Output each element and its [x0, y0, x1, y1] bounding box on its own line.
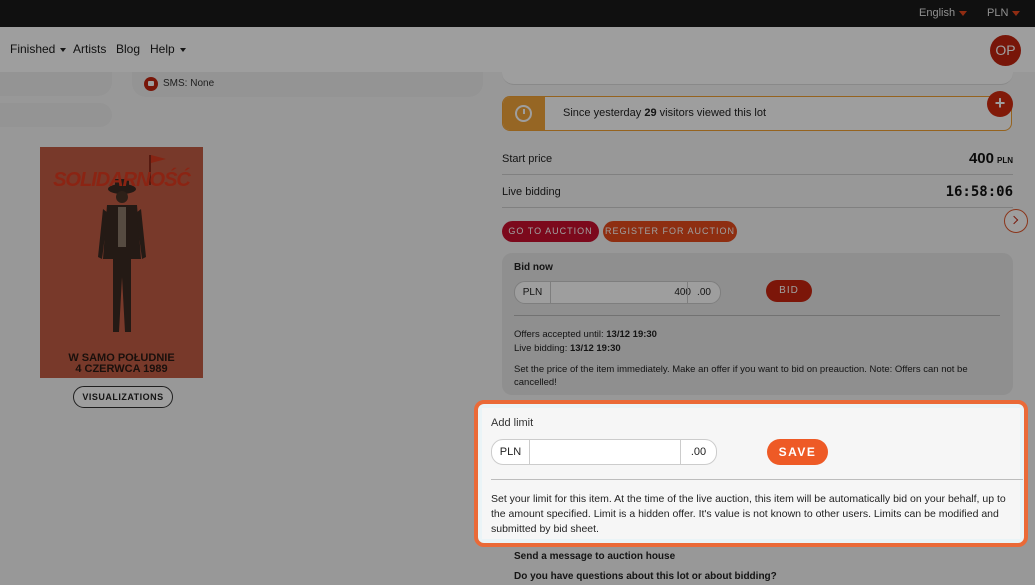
divider — [491, 479, 1023, 480]
limit-decimals: .00 — [680, 440, 716, 464]
save-button[interactable]: SAVE — [767, 439, 828, 465]
limit-description: Set your limit for this item. At the tim… — [491, 493, 1006, 535]
add-limit-panel: Add limit PLN .00 SAVE Set your limit fo… — [482, 408, 1023, 539]
limit-amount-input[interactable] — [532, 440, 680, 464]
add-limit-highlight: Add limit PLN .00 SAVE Set your limit fo… — [474, 400, 1028, 547]
add-limit-title: Add limit — [491, 417, 534, 429]
limit-amount-field[interactable]: PLN .00 — [491, 439, 717, 465]
limit-currency: PLN — [492, 440, 530, 464]
